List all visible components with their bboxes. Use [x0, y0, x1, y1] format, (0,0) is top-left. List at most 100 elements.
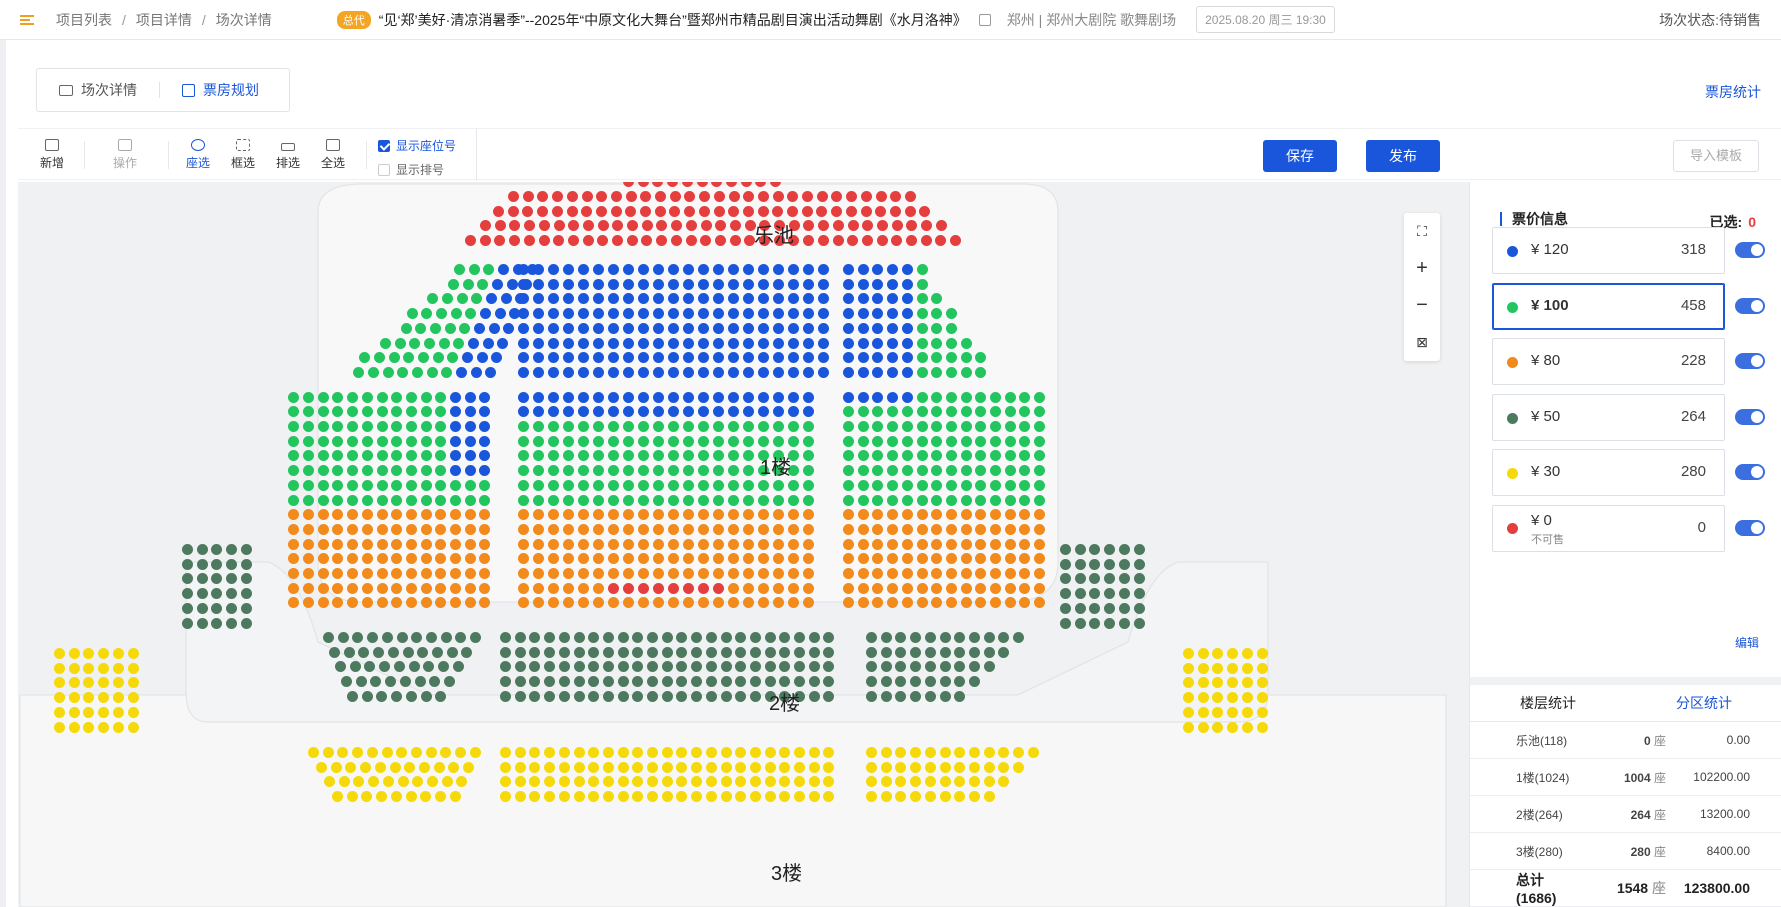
- seat[interactable]: [872, 494, 884, 506]
- seat[interactable]: [1241, 648, 1253, 659]
- seat[interactable]: [578, 435, 589, 447]
- seat[interactable]: [411, 366, 423, 378]
- seat[interactable]: [593, 366, 604, 378]
- price-tier-4[interactable]: ¥ 30 280: [1492, 449, 1725, 496]
- seat[interactable]: [533, 435, 544, 447]
- seat[interactable]: [347, 523, 359, 535]
- seat[interactable]: [713, 568, 724, 579]
- seat[interactable]: [420, 494, 432, 506]
- seat[interactable]: [464, 479, 476, 491]
- seat[interactable]: [450, 523, 461, 535]
- seat[interactable]: [548, 337, 559, 349]
- seat[interactable]: [698, 538, 709, 550]
- seat[interactable]: [332, 391, 344, 403]
- seat[interactable]: [916, 435, 928, 447]
- seat[interactable]: [916, 337, 928, 349]
- seat[interactable]: [1074, 617, 1086, 629]
- seat[interactable]: [758, 568, 769, 579]
- seat[interactable]: [860, 191, 872, 202]
- seat[interactable]: [563, 421, 574, 432]
- seat[interactable]: [1074, 558, 1086, 570]
- seat[interactable]: [683, 337, 694, 349]
- seat[interactable]: [960, 406, 972, 418]
- seat[interactable]: [573, 690, 585, 702]
- seat[interactable]: [361, 690, 373, 702]
- seat[interactable]: [743, 582, 754, 594]
- seat[interactable]: [818, 322, 829, 334]
- seat[interactable]: [788, 391, 799, 403]
- seat[interactable]: [563, 494, 574, 506]
- seat[interactable]: [420, 523, 432, 535]
- seat[interactable]: [182, 602, 193, 614]
- seat[interactable]: [518, 278, 529, 290]
- seat[interactable]: [743, 568, 754, 579]
- seat[interactable]: [653, 538, 664, 550]
- seat[interactable]: [960, 421, 972, 432]
- seat[interactable]: [749, 791, 761, 803]
- seat[interactable]: [794, 646, 805, 658]
- seat[interactable]: [901, 337, 913, 349]
- seat[interactable]: [226, 617, 238, 629]
- seat[interactable]: [705, 747, 717, 758]
- seat[interactable]: [691, 690, 703, 702]
- seat[interactable]: [808, 761, 820, 773]
- seat[interactable]: [381, 747, 393, 758]
- seat[interactable]: [98, 721, 110, 733]
- seat[interactable]: [668, 391, 679, 403]
- seat[interactable]: [887, 337, 899, 349]
- seat[interactable]: [916, 406, 928, 418]
- seat[interactable]: [626, 235, 638, 246]
- seat[interactable]: [518, 337, 529, 349]
- seat[interactable]: [735, 646, 747, 658]
- seat[interactable]: [743, 435, 754, 447]
- seat[interactable]: [803, 494, 814, 506]
- seat[interactable]: [887, 538, 899, 550]
- seat[interactable]: [758, 435, 769, 447]
- seat[interactable]: [578, 391, 589, 403]
- seat[interactable]: [317, 465, 329, 477]
- seat[interactable]: [623, 538, 634, 550]
- seat[interactable]: [438, 337, 450, 349]
- seat[interactable]: [818, 337, 829, 349]
- seat[interactable]: [582, 235, 594, 246]
- seat[interactable]: [387, 646, 399, 658]
- seat[interactable]: [376, 553, 388, 565]
- seat[interactable]: [713, 366, 724, 378]
- seat[interactable]: [500, 646, 511, 658]
- seat[interactable]: [405, 435, 417, 447]
- seat[interactable]: [538, 220, 550, 231]
- seat[interactable]: [420, 690, 432, 702]
- seat[interactable]: [749, 747, 761, 758]
- box-office-stats-link[interactable]: 票房统计: [1705, 82, 1761, 102]
- seat[interactable]: [1104, 617, 1116, 629]
- seat[interactable]: [548, 523, 559, 535]
- seat[interactable]: [518, 582, 529, 594]
- seat[interactable]: [456, 293, 468, 305]
- seat[interactable]: [641, 220, 653, 231]
- seat[interactable]: [578, 421, 589, 432]
- seat[interactable]: [388, 352, 400, 364]
- seat[interactable]: [623, 337, 634, 349]
- seat[interactable]: [728, 421, 739, 432]
- seat[interactable]: [773, 435, 784, 447]
- seat[interactable]: [563, 391, 574, 403]
- seat[interactable]: [518, 479, 529, 491]
- seat[interactable]: [303, 435, 314, 447]
- seat[interactable]: [945, 582, 957, 594]
- seat-select-tool[interactable]: 座选: [178, 139, 218, 171]
- seat[interactable]: [548, 366, 559, 378]
- seat[interactable]: [1074, 602, 1086, 614]
- seat[interactable]: [317, 523, 329, 535]
- seat[interactable]: [593, 421, 604, 432]
- seat[interactable]: [450, 308, 462, 320]
- seat[interactable]: [544, 646, 556, 658]
- seat[interactable]: [698, 421, 709, 432]
- seat[interactable]: [758, 322, 769, 334]
- seat[interactable]: [983, 776, 995, 788]
- seat[interactable]: [425, 632, 437, 643]
- seat[interactable]: [931, 366, 943, 378]
- seat[interactable]: [450, 391, 461, 403]
- seat[interactable]: [479, 538, 491, 550]
- seat[interactable]: [764, 646, 776, 658]
- seat[interactable]: [514, 791, 526, 803]
